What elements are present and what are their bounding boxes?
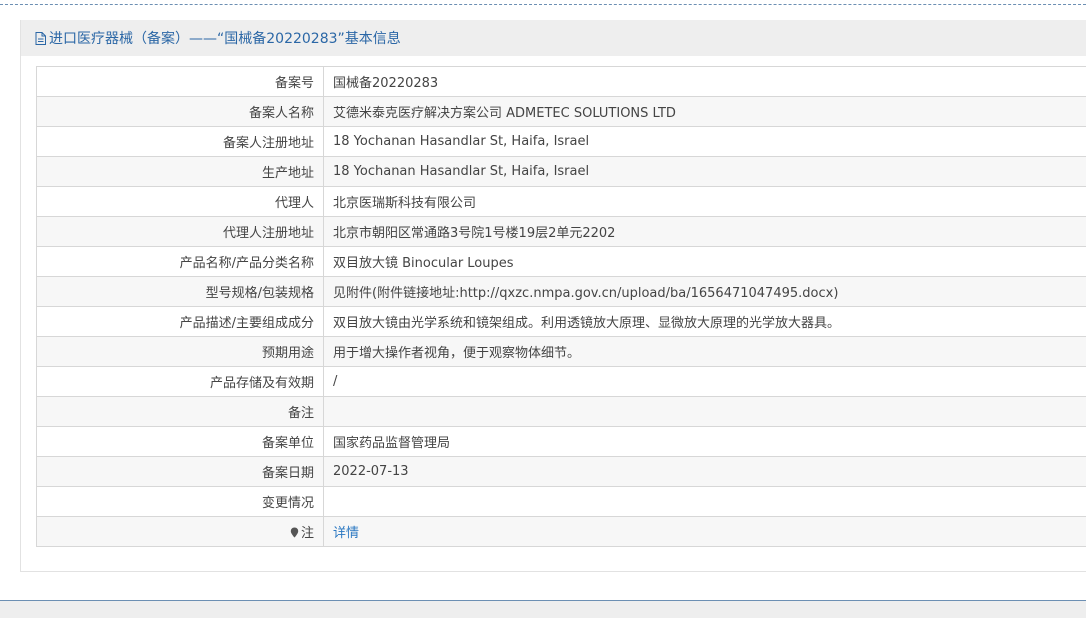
table-row: 生产地址 18 Yochanan Hasandlar St, Haifa, Isr… (36, 156, 1086, 187)
row-value: 双目放大镜由光学系统和镜架组成。利用透镜放大原理、显微放大原理的光学放大器具。 (323, 306, 1086, 337)
row-value: 双目放大镜 Binocular Loupes (323, 246, 1086, 277)
row-value: 北京市朝阳区常通路3号院1号楼19层2单元2202 (323, 216, 1086, 247)
row-label: 备案日期 (36, 456, 324, 487)
row-value: 艾德米泰克医疗解决方案公司 ADMETEC SOLUTIONS LTD (323, 96, 1086, 127)
panel-title: 进口医疗器械（备案）——“国械备20220283”基本信息 (49, 31, 401, 47)
table-row: 备案日期 2022-07-13 (36, 456, 1086, 487)
table-row: 备案人名称 艾德米泰克医疗解决方案公司 ADMETEC SOLUTIONS LTD (36, 96, 1086, 127)
table-row: 预期用途 用于增大操作者视角，便于观察物体细节。 (36, 336, 1086, 367)
row-label: 型号规格/包装规格 (36, 276, 324, 307)
pin-icon (290, 527, 299, 538)
note-label: 注 (300, 526, 314, 541)
info-table: 备案号 国械备20220283 备案人名称 艾德米泰克医疗解决方案公司 ADMETEC… (36, 66, 1086, 547)
row-value: 用于增大操作者视角，便于观察物体细节。 (323, 336, 1086, 367)
note-value-cell: 详情 (323, 516, 1086, 547)
row-label: 备注 (36, 396, 324, 427)
table-row: 产品名称/产品分类名称 双目放大镜 Binocular Loupes (36, 246, 1086, 277)
table-row: 产品描述/主要组成成分 双目放大镜由光学系统和镜架组成。利用透镜放大原理、显微放大… (36, 306, 1086, 337)
row-value (323, 396, 1086, 427)
row-value: 18 Yochanan Hasandlar St, Haifa, Israel (323, 156, 1086, 187)
row-label: 备案号 (36, 66, 324, 97)
footer-bar (0, 600, 1086, 618)
row-label: 产品名称/产品分类名称 (36, 246, 324, 277)
top-divider (0, 4, 1086, 5)
info-table-body: 备案号 国械备20220283 备案人名称 艾德米泰克医疗解决方案公司 ADMETEC… (36, 66, 1086, 547)
table-row: 备案人注册地址 18 Yochanan Hasandlar St, Haifa, … (36, 126, 1086, 157)
table-row: 代理人 北京医瑞斯科技有限公司 (36, 186, 1086, 217)
row-label: 备案人注册地址 (36, 126, 324, 157)
details-link[interactable]: 详情 (333, 526, 359, 541)
row-value: 国家药品监督管理局 (323, 426, 1086, 457)
table-row: 代理人注册地址 北京市朝阳区常通路3号院1号楼19层2单元2202 (36, 216, 1086, 247)
row-value: 2022-07-13 (323, 456, 1086, 487)
table-row: 备注 (36, 396, 1086, 427)
row-label: 生产地址 (36, 156, 324, 187)
table-row: 备案号 国械备20220283 (36, 66, 1086, 97)
row-value: / (323, 366, 1086, 397)
table-row: 型号规格/包装规格 见附件(附件链接地址:http://qxzc.nmpa.gov… (36, 276, 1086, 307)
row-label: 备案单位 (36, 426, 324, 457)
row-value: 18 Yochanan Hasandlar St, Haifa, Israel (323, 126, 1086, 157)
row-label: 产品存储及有效期 (36, 366, 324, 397)
table-row: 备案单位 国家药品监督管理局 (36, 426, 1086, 457)
table-row: 产品存储及有效期 / (36, 366, 1086, 397)
row-label: 变更情况 (36, 486, 324, 517)
row-label: 代理人 (36, 186, 324, 217)
row-value (323, 486, 1086, 517)
row-value: 国械备20220283 (323, 66, 1086, 97)
note-label-cell: 注 (36, 516, 324, 547)
document-icon (35, 31, 46, 45)
row-label: 预期用途 (36, 336, 324, 367)
row-label: 产品描述/主要组成成分 (36, 306, 324, 337)
info-panel: 进口医疗器械（备案）——“国械备20220283”基本信息 备案号 国械备2022… (20, 20, 1086, 572)
row-value: 见附件(附件链接地址:http://qxzc.nmpa.gov.cn/uploa… (323, 276, 1086, 307)
note-row: 注 详情 (36, 516, 1086, 547)
row-label: 备案人名称 (36, 96, 324, 127)
row-label: 代理人注册地址 (36, 216, 324, 247)
panel-header: 进口医疗器械（备案）——“国械备20220283”基本信息 (21, 20, 1086, 56)
row-value: 北京医瑞斯科技有限公司 (323, 186, 1086, 217)
table-row: 变更情况 (36, 486, 1086, 517)
